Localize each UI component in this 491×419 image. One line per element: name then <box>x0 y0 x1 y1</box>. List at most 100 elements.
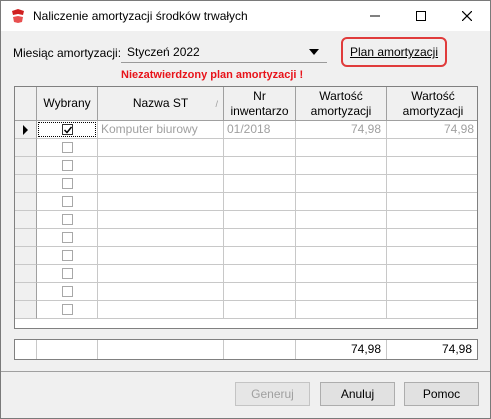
value-2-cell[interactable] <box>387 193 477 211</box>
table-row[interactable] <box>15 193 477 211</box>
value-2-cell[interactable] <box>387 301 477 319</box>
select-checkbox[interactable] <box>62 268 73 279</box>
select-checkbox[interactable] <box>62 142 73 153</box>
generate-button[interactable]: Generuj <box>235 382 310 406</box>
value-1-cell[interactable] <box>296 265 387 283</box>
value-2-cell[interactable] <box>387 211 477 229</box>
value-2-cell[interactable] <box>387 283 477 301</box>
select-checkbox[interactable] <box>62 160 73 171</box>
close-button[interactable] <box>444 1 490 31</box>
assets-grid[interactable]: Wybrany Nazwa ST / Nr inwentarzo Wartość am… <box>14 86 478 329</box>
row-indicator-cell[interactable] <box>15 193 37 211</box>
asset-name-cell[interactable] <box>98 157 224 175</box>
inventory-number-cell[interactable] <box>224 265 296 283</box>
value-1-cell[interactable] <box>296 157 387 175</box>
asset-name-cell[interactable] <box>98 139 224 157</box>
table-row[interactable] <box>15 229 477 247</box>
inventory-number-cell[interactable] <box>224 229 296 247</box>
table-row[interactable] <box>15 283 477 301</box>
row-indicator-cell[interactable] <box>15 229 37 247</box>
inventory-number-cell[interactable] <box>224 211 296 229</box>
inventory-number-cell[interactable] <box>224 175 296 193</box>
value-1-cell[interactable] <box>296 247 387 265</box>
value-2-cell[interactable] <box>387 157 477 175</box>
column-header-value-2[interactable]: Wartość amortyzacji <box>387 87 477 121</box>
value-2-cell[interactable] <box>387 139 477 157</box>
selected-cell[interactable] <box>37 175 98 193</box>
value-2-cell[interactable] <box>387 229 477 247</box>
selected-cell[interactable] <box>37 139 98 157</box>
value-1-cell[interactable] <box>296 193 387 211</box>
table-row[interactable] <box>15 211 477 229</box>
column-header-inventory[interactable]: Nr inwentarzo <box>224 87 296 121</box>
value-1-cell[interactable] <box>296 301 387 319</box>
row-indicator-cell[interactable] <box>15 265 37 283</box>
selected-cell[interactable] <box>37 229 98 247</box>
value-1-cell[interactable] <box>296 175 387 193</box>
inventory-number-cell[interactable] <box>224 157 296 175</box>
selected-cell[interactable] <box>37 211 98 229</box>
select-checkbox[interactable] <box>62 250 73 261</box>
asset-name-cell[interactable] <box>98 175 224 193</box>
row-indicator-cell[interactable] <box>15 247 37 265</box>
table-row[interactable] <box>15 301 477 319</box>
asset-name-cell[interactable] <box>98 247 224 265</box>
inventory-number-cell[interactable]: 01/2018 <box>224 121 296 139</box>
selected-cell[interactable] <box>37 265 98 283</box>
column-header-selected[interactable]: Wybrany <box>37 87 98 121</box>
inventory-number-cell[interactable] <box>224 283 296 301</box>
row-indicator-cell[interactable] <box>15 211 37 229</box>
table-row[interactable] <box>15 175 477 193</box>
asset-name-cell[interactable] <box>98 211 224 229</box>
select-checkbox[interactable] <box>62 304 73 315</box>
selected-cell[interactable] <box>37 247 98 265</box>
selected-cell[interactable] <box>37 121 98 139</box>
row-indicator-cell[interactable] <box>15 175 37 193</box>
asset-name-cell[interactable] <box>98 265 224 283</box>
help-button[interactable]: Pomoc <box>404 382 479 406</box>
value-2-cell[interactable]: 74,98 <box>387 121 477 139</box>
row-indicator-cell[interactable] <box>15 283 37 301</box>
selected-cell[interactable] <box>37 193 98 211</box>
select-checkbox[interactable] <box>62 286 73 297</box>
asset-name-cell[interactable] <box>98 193 224 211</box>
column-header-name[interactable]: Nazwa ST / <box>98 87 224 121</box>
minimize-button[interactable] <box>352 1 398 31</box>
select-checkbox[interactable] <box>62 196 73 207</box>
plan-amortyzacji-button[interactable]: Plan amortyzacji <box>341 37 447 67</box>
selected-cell[interactable] <box>37 157 98 175</box>
inventory-number-cell[interactable] <box>224 193 296 211</box>
value-2-cell[interactable] <box>387 265 477 283</box>
row-indicator-cell[interactable] <box>15 157 37 175</box>
asset-name-cell[interactable] <box>98 301 224 319</box>
row-indicator-cell[interactable] <box>15 301 37 319</box>
selected-cell[interactable] <box>37 301 98 319</box>
asset-name-cell[interactable]: Komputer biurowy <box>98 121 224 139</box>
table-row[interactable] <box>15 265 477 283</box>
month-dropdown[interactable]: Styczeń 2022 <box>121 41 327 63</box>
table-row[interactable] <box>15 157 477 175</box>
value-1-cell[interactable] <box>296 139 387 157</box>
value-1-cell[interactable] <box>296 211 387 229</box>
table-row[interactable] <box>15 139 477 157</box>
inventory-number-cell[interactable] <box>224 301 296 319</box>
selected-cell[interactable] <box>37 283 98 301</box>
asset-name-cell[interactable] <box>98 229 224 247</box>
asset-name-cell[interactable] <box>98 283 224 301</box>
value-1-cell[interactable]: 74,98 <box>296 121 387 139</box>
inventory-number-cell[interactable] <box>224 247 296 265</box>
row-indicator-cell[interactable] <box>15 139 37 157</box>
value-1-cell[interactable] <box>296 229 387 247</box>
value-1-cell[interactable] <box>296 283 387 301</box>
select-checkbox[interactable] <box>62 232 73 243</box>
maximize-button[interactable] <box>398 1 444 31</box>
column-header-value-1[interactable]: Wartość amortyzacji <box>296 87 387 121</box>
table-row[interactable] <box>15 247 477 265</box>
value-2-cell[interactable] <box>387 175 477 193</box>
table-row[interactable]: Komputer biurowy 01/2018 74,98 74,98 <box>15 121 477 139</box>
row-indicator-cell[interactable] <box>15 121 37 139</box>
cancel-button[interactable]: Anuluj <box>320 382 395 406</box>
select-checkbox[interactable] <box>62 178 73 189</box>
select-checkbox[interactable] <box>62 214 73 225</box>
inventory-number-cell[interactable] <box>224 139 296 157</box>
